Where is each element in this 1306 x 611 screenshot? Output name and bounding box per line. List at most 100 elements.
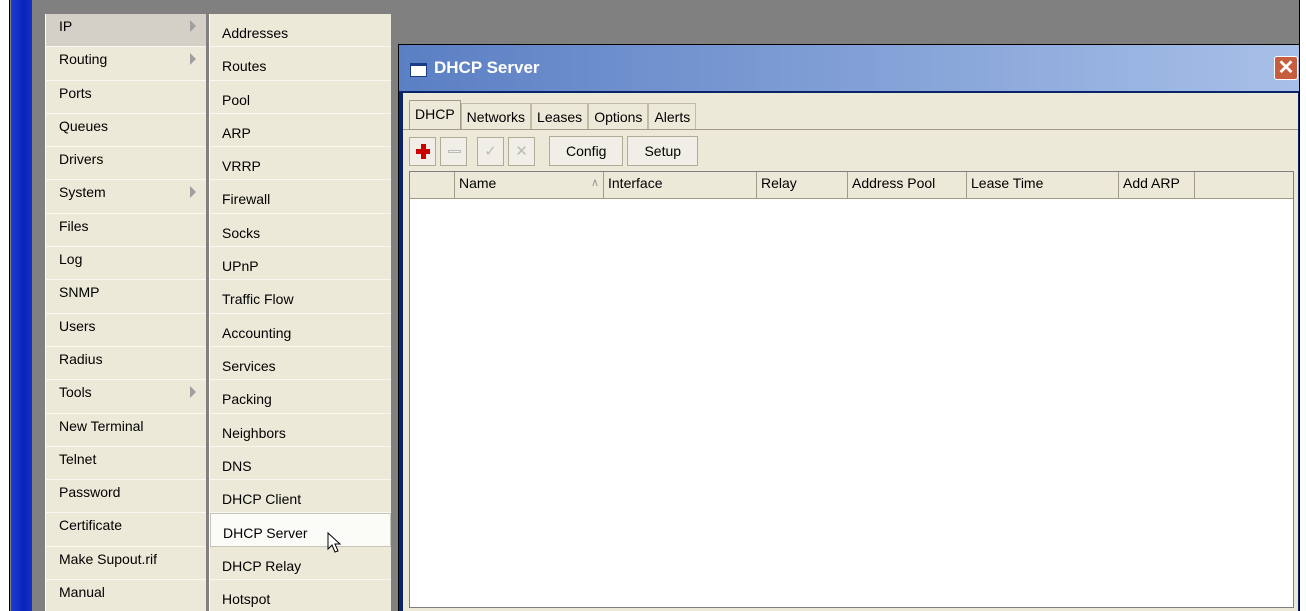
- menu-item-password[interactable]: Password: [46, 480, 206, 514]
- col-name[interactable]: Name ∧: [455, 172, 604, 198]
- menu-item-tools[interactable]: Tools: [46, 380, 206, 414]
- menu-item-label: System: [59, 184, 106, 201]
- main-menu: IP Routing Ports Queues Drivers System Files Lo…: [45, 14, 206, 611]
- menu-item-telnet[interactable]: Telnet: [46, 447, 206, 481]
- ip-menu-item-packing[interactable]: Packing: [210, 380, 391, 414]
- menu-item-label: DHCP Relay: [222, 557, 302, 574]
- dhcp-server-window: DHCP Server ✕ DHCP Networks Leases Optio…: [398, 44, 1299, 611]
- menu-item-label: Neighbors: [222, 424, 286, 441]
- menu-item-label: VRRP: [222, 158, 261, 175]
- menu-item-label: Radius: [59, 350, 103, 367]
- menu-item-files[interactable]: Files: [46, 214, 206, 248]
- tab-networks[interactable]: Networks: [460, 103, 532, 130]
- menu-item-label: New Terminal: [59, 417, 144, 434]
- ip-menu-item-dns[interactable]: DNS: [210, 447, 391, 481]
- add-button[interactable]: [409, 136, 436, 166]
- menu-item-label: Pool: [222, 91, 251, 108]
- plus-icon-vertical: [421, 143, 426, 159]
- ip-menu-item-dhcp-server[interactable]: DHCP Server: [210, 513, 391, 554]
- window-titlebar[interactable]: DHCP Server ✕: [399, 45, 1299, 91]
- menu-item-label: DNS: [222, 457, 252, 474]
- menu-item-label: Routing: [59, 51, 108, 68]
- sidebar-strip: [11, 0, 32, 611]
- menu-item-queues[interactable]: Queues: [46, 114, 206, 148]
- ip-menu-item-services[interactable]: Services: [210, 347, 391, 381]
- col-add-arp[interactable]: Add ARP: [1119, 172, 1195, 198]
- tab-divider: [403, 129, 1298, 130]
- menu-item-label: Accounting: [222, 324, 292, 341]
- ip-menu-item-upnp[interactable]: UPnP: [210, 247, 391, 281]
- ip-menu-item-hotspot[interactable]: Hotspot: [210, 580, 391, 611]
- ip-menu-item-vrrp[interactable]: VRRP: [210, 147, 391, 181]
- tab-bar: DHCP Networks Leases Options Alerts: [409, 100, 697, 130]
- menu-item-label: Users: [59, 317, 96, 334]
- minus-icon: [448, 149, 461, 153]
- menu-item-ports[interactable]: Ports: [46, 81, 206, 114]
- menu-item-manual[interactable]: Manual: [46, 580, 206, 611]
- window-client: DHCP Networks Leases Options Alerts ✓ ✕ …: [403, 93, 1298, 611]
- col-relay[interactable]: Relay: [757, 172, 848, 198]
- submenu-arrow-icon: [190, 20, 196, 32]
- menu-item-snmp[interactable]: SNMP: [46, 280, 206, 314]
- ip-menu-item-accounting[interactable]: Accounting: [210, 314, 391, 347]
- menu-item-label: Firewall: [222, 191, 271, 208]
- menu-item-label: Queues: [59, 117, 109, 134]
- menu-item-label: Services: [222, 357, 276, 374]
- ip-menu-item-addresses[interactable]: Addresses: [210, 14, 391, 48]
- menu-item-label: Make Supout.rif: [59, 550, 158, 567]
- ip-menu-item-traffic-flow[interactable]: Traffic Flow: [210, 280, 391, 314]
- menu-item-label: UPnP: [222, 258, 259, 275]
- close-button[interactable]: ✕: [1274, 56, 1298, 80]
- col-interface[interactable]: Interface: [604, 172, 757, 198]
- ip-menu-item-firewall[interactable]: Firewall: [210, 180, 391, 214]
- menu-item-ip[interactable]: IP: [46, 14, 206, 48]
- check-icon: ✓: [484, 142, 497, 160]
- screen-frame: IP Routing Ports Queues Drivers System Files Lo…: [9, 0, 1300, 611]
- menu-item-label: SNMP: [59, 284, 100, 301]
- remove-button[interactable]: [440, 136, 467, 166]
- disable-button[interactable]: ✕: [508, 136, 535, 166]
- ip-menu-item-routes[interactable]: Routes: [210, 47, 391, 81]
- menu-item-radius[interactable]: Radius: [46, 347, 206, 381]
- submenu-arrow-icon: [190, 386, 196, 399]
- menu-item-label: Routes: [222, 58, 267, 75]
- ip-menu-item-neighbors[interactable]: Neighbors: [210, 414, 391, 447]
- tab-dhcp[interactable]: DHCP: [409, 100, 461, 130]
- menu-item-label: Log: [59, 251, 83, 268]
- menu-item-label: Hotspot: [222, 591, 271, 608]
- table-header: Name ∧ Interface Relay Address Pool Lease…: [410, 172, 1293, 199]
- tab-leases[interactable]: Leases: [531, 103, 589, 130]
- tab-options[interactable]: Options: [588, 103, 649, 130]
- tab-alerts[interactable]: Alerts: [648, 103, 697, 130]
- ip-menu-item-dhcp-client[interactable]: DHCP Client: [210, 480, 391, 514]
- menu-item-label: Files: [59, 217, 89, 234]
- menu-item-label: Tools: [59, 384, 92, 401]
- menu-item-certificate[interactable]: Certificate: [46, 513, 206, 547]
- menu-item-label: Certificate: [59, 517, 123, 534]
- col-lease-time[interactable]: Lease Time: [967, 172, 1119, 198]
- setup-button[interactable]: Setup: [627, 136, 699, 166]
- ip-menu-item-dhcp-relay[interactable]: DHCP Relay: [210, 547, 391, 581]
- submenu-arrow-icon: [190, 186, 196, 199]
- menu-item-routing[interactable]: Routing: [46, 47, 206, 81]
- col-name-label: Name: [459, 175, 497, 191]
- menu-item-label: IP: [59, 18, 73, 34]
- ip-menu-item-pool[interactable]: Pool: [210, 81, 391, 114]
- dhcp-server-table: Name ∧ Interface Relay Address Pool Lease…: [409, 171, 1294, 608]
- ip-submenu: Addresses Routes Pool ARP VRRP Firewall Socks U…: [209, 14, 391, 611]
- menu-item-log[interactable]: Log: [46, 247, 206, 281]
- config-button[interactable]: Config: [549, 136, 624, 166]
- ip-menu-item-socks[interactable]: Socks: [210, 214, 391, 248]
- menu-item-users[interactable]: Users: [46, 314, 206, 347]
- col-marker[interactable]: [410, 172, 455, 198]
- col-address-pool[interactable]: Address Pool: [848, 172, 967, 198]
- ip-menu-item-arp[interactable]: ARP: [210, 114, 391, 148]
- menu-item-make-supout-rif[interactable]: Make Supout.rif: [46, 547, 206, 581]
- menu-item-label: DHCP Client: [222, 491, 302, 508]
- menu-item-new-terminal[interactable]: New Terminal: [46, 414, 206, 447]
- menu-item-system[interactable]: System: [46, 180, 206, 214]
- menu-item-drivers[interactable]: Drivers: [46, 147, 206, 181]
- enable-button[interactable]: ✓: [477, 136, 504, 166]
- menu-item-label: Manual: [59, 584, 105, 601]
- menu-item-label: ARP: [222, 124, 251, 141]
